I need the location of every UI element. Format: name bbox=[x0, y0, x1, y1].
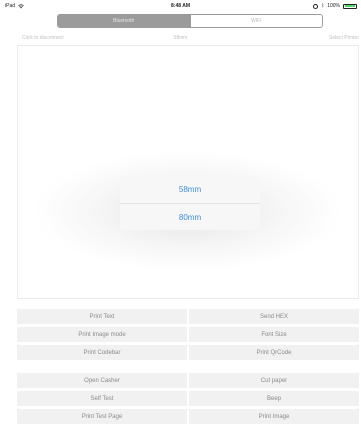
beep-button[interactable]: Beep bbox=[189, 391, 359, 406]
segment-wifi[interactable]: WIFI bbox=[189, 15, 322, 27]
paper-size-popover: 58mm 80mm bbox=[120, 176, 260, 230]
print-image-mode-button[interactable]: Print Image mode bbox=[17, 327, 187, 342]
send-hex-button[interactable]: Send HEX bbox=[189, 309, 359, 324]
select-printer-button[interactable]: Select Printer bbox=[329, 35, 359, 41]
battery-icon bbox=[343, 3, 357, 9]
segment-bluetooth[interactable]: Bluetooth bbox=[58, 15, 190, 27]
print-actions-grid: Print Text Send HEX Print Image mode Fon… bbox=[17, 309, 359, 360]
paper-option-58mm[interactable]: 58mm bbox=[120, 176, 260, 203]
print-test-page-button[interactable]: Print Test Page bbox=[17, 409, 187, 424]
print-text-button[interactable]: Print Text bbox=[17, 309, 187, 324]
connection-type-segmented-control: Bluetooth WIFI bbox=[57, 14, 323, 28]
status-time: 8:48 AM bbox=[171, 3, 190, 9]
open-casher-button[interactable]: Open Casher bbox=[17, 373, 187, 388]
alarm-icon bbox=[313, 3, 319, 9]
cut-paper-button[interactable]: Cut paper bbox=[189, 373, 359, 388]
info-row: Click to disconnect 58mm Select Printer bbox=[0, 35, 361, 43]
paper-option-80mm[interactable]: 80mm bbox=[120, 203, 260, 230]
print-qrcode-button[interactable]: Print QrCode bbox=[189, 345, 359, 360]
battery-percent: 100% bbox=[327, 3, 340, 9]
device-actions-grid: Open Casher Cut paper Self Test Beep Pri… bbox=[17, 373, 359, 424]
status-bar: iPad 8:48 AM ᛒ 100% bbox=[0, 0, 361, 14]
self-test-button[interactable]: Self Test bbox=[17, 391, 187, 406]
print-image-button[interactable]: Print Image bbox=[189, 409, 359, 424]
print-codebar-button[interactable]: Print Codebar bbox=[17, 345, 187, 360]
paper-size-label: 58mm bbox=[173, 35, 188, 41]
status-right: ᛒ 100% bbox=[313, 3, 357, 9]
font-size-button[interactable]: Font Size bbox=[189, 327, 359, 342]
battery-level bbox=[344, 5, 356, 7]
bluetooth-icon: ᛒ bbox=[321, 2, 325, 9]
